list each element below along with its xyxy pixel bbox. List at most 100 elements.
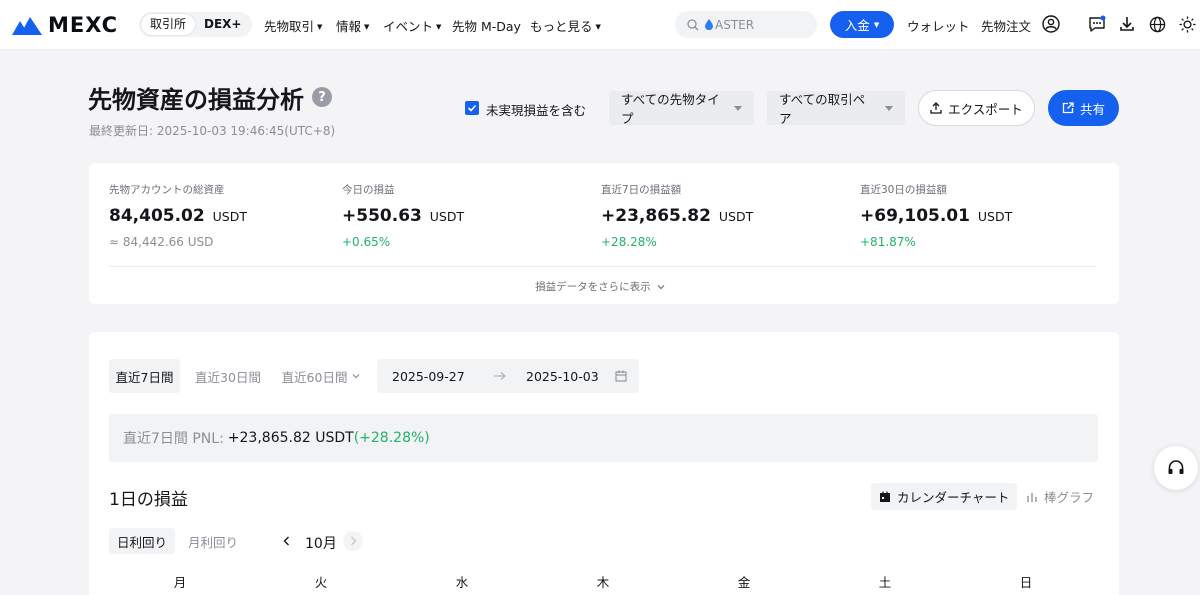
stat-today-pnl: 今日の損益 +550.63 USDT +0.65% [342,182,464,249]
start-date[interactable]: 2025-09-27 [392,369,465,384]
globe-icon[interactable] [1147,14,1167,34]
menu-more[interactable]: もっと見る ▼ [530,16,601,35]
weekday-wed: 水 [455,575,469,590]
search-icon [687,18,699,30]
help-icon[interactable]: ? [312,87,332,107]
period-pnl-summary: 直近7日間 PNL: +23,865.82 USDT (+28.28%) [109,414,1098,462]
upload-icon [930,102,942,114]
dex-plus-tab[interactable]: DEX+ [195,14,250,35]
tab-60d-label: 直近60日間 [281,369,348,385]
next-month-button[interactable] [343,531,363,551]
tab-7d[interactable]: 直近7日間 [109,359,180,393]
pnl-prefix: 直近7日間 PNL: [123,431,224,447]
stat-7d-pnl: 直近7日の損益額 +23,865.82 USDT +28.28% [601,182,753,249]
mexc-logo[interactable]: MEXC [12,13,118,37]
search-placeholder: ASTER [715,17,755,32]
exchange-tab[interactable]: 取引所 [141,14,196,35]
stat-value: +550.63 USDT [342,206,464,226]
pnl-value: +23,865.82 USDT [227,430,354,446]
current-month: 10月 [305,536,337,552]
end-date[interactable]: 2025-10-03 [526,369,599,384]
headset-icon [1168,460,1184,474]
menu-events-label: イベント [383,19,434,34]
pair-select[interactable]: すべての取引ペア [767,91,905,126]
checkmark-icon [467,104,477,112]
futures-orders-link[interactable]: 先物注文 [981,16,1031,35]
chevron-right-icon [350,536,356,546]
share-button[interactable]: 共有 [1048,90,1119,126]
deposit-label: 入金 [844,18,870,33]
platform-switch: 取引所 DEX+ [139,12,253,37]
stat-total-assets: 先物アカウントの総資産 84,405.02 USDT ≈ 84,442.66 U… [109,182,247,249]
tab-60d[interactable]: 直近60日間 [276,359,366,393]
weekday-sun: 日 [1019,575,1033,590]
top-nav: MEXC 取引所 DEX+ 先物取引 ▼ 情報 ▼ イベント ▼ 先物 M-Day も… [0,0,1200,50]
caret-down-icon: ▼ [364,23,370,31]
caret-down-icon: ▼ [873,20,880,29]
stats-divider [109,266,1097,267]
chevron-left-icon [283,536,289,546]
stat-number: +23,865.82 [601,206,711,226]
caret-down-icon: ▼ [595,23,601,31]
weekday-sat: 土 [878,575,892,590]
last-updated: 最終更新日: 2025-10-03 19:46:45(UTC+8) [89,124,336,138]
theme-sun-icon[interactable] [1177,14,1197,34]
brand-name: MEXC [48,13,119,37]
pnl-percent: (+28.28%) [353,430,430,446]
share-icon [1062,102,1074,114]
user-icon[interactable] [1041,14,1061,34]
stat-unit: USDT [429,209,465,224]
messages-icon[interactable] [1087,14,1107,34]
stat-value: +69,105.01 USDT [860,206,1012,226]
stat-sub: ≈ 84,442.66 USD [109,235,214,249]
caret-down-icon [885,105,893,111]
download-icon[interactable] [1117,14,1137,34]
menu-mday-label: 先物 M-Day [452,19,521,34]
caret-down-icon: ▼ [436,23,442,31]
bar-chart-button[interactable]: 棒グラフ [1018,483,1102,510]
stat-unit: USDT [212,209,247,224]
bar-chart-label: 棒グラフ [1044,490,1095,505]
prev-month-button[interactable] [276,531,296,551]
menu-events[interactable]: イベント ▼ [383,16,441,35]
support-headset-button[interactable] [1154,446,1198,490]
weekday-tue: 火 [314,575,328,590]
export-button[interactable]: エクスポート [918,90,1035,126]
calendar-chart-button[interactable]: カレンダーチャート [871,483,1018,510]
arrow-right-icon [494,372,506,380]
water-drop-icon [705,19,713,30]
chevron-down-icon [657,285,665,290]
stat-label: 先物アカウントの総資産 [109,184,225,196]
calendar-icon[interactable] [615,370,627,382]
stat-sub: +28.28% [601,235,657,249]
show-more-label: 損益データをさらに表示 [535,281,651,293]
stat-number: 84,405.02 [109,206,205,226]
daily-return-toggle[interactable]: 日利回り [109,528,176,554]
stat-unit: USDT [718,209,754,224]
menu-futures[interactable]: 先物取引 ▼ [264,16,322,35]
include-unrealized-label[interactable]: 未実現損益を含む [486,100,586,119]
futures-type-select[interactable]: すべての先物タイプ [609,91,754,126]
date-range-picker[interactable]: 2025-09-27 2025-10-03 [377,359,639,393]
menu-more-label: もっと見る [530,19,593,34]
menu-info[interactable]: 情報 ▼ [336,16,369,35]
include-unrealized-checkbox[interactable] [465,101,479,115]
stat-label: 直近30日の損益額 [860,184,947,196]
menu-mday[interactable]: 先物 M-Day [452,16,521,35]
search-input[interactable]: ASTER [675,11,817,38]
deposit-button[interactable]: 入金 ▼ [830,11,894,38]
stat-label: 今日の損益 [342,184,395,196]
export-label: エクスポート [948,101,1023,117]
show-more-link[interactable]: 損益データをさらに表示 [0,279,1200,294]
menu-futures-label: 先物取引 [264,19,315,34]
stat-number: +550.63 [342,206,422,226]
wallet-link[interactable]: ウォレット [907,16,970,35]
tab-30d[interactable]: 直近30日間 [190,359,266,393]
stat-number: +69,105.01 [860,206,970,226]
stat-30d-pnl: 直近30日の損益額 +69,105.01 USDT +81.87% [860,182,1012,249]
daily-pnl-title: 1日の損益 [109,490,188,510]
monthly-return-toggle[interactable]: 月利回り [180,528,246,554]
page-title: 先物資産の損益分析 [88,86,304,114]
stat-sub: +0.65% [342,235,391,249]
calendar-icon [880,491,890,502]
